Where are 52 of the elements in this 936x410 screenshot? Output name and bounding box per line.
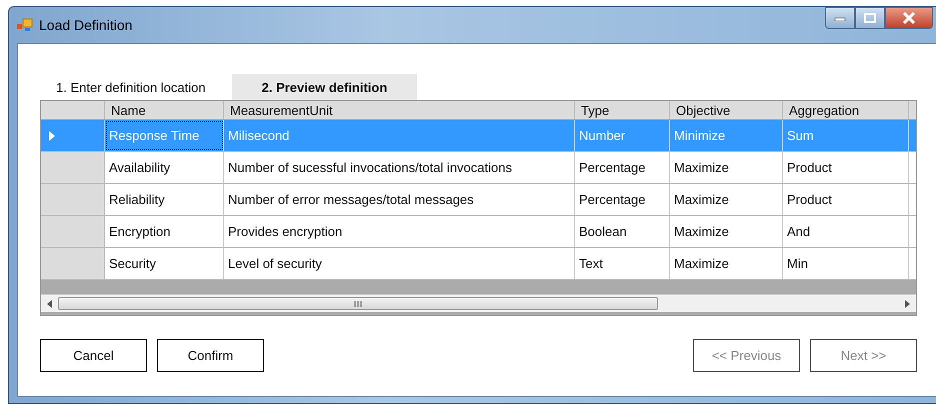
dialog-button[interactable]: Cancel <box>40 339 147 372</box>
table-cell: Text <box>575 248 670 279</box>
table-row[interactable]: Security Level of security Text Maximize Min <box>41 248 916 280</box>
column-header[interactable]: MeasurementUnit <box>224 101 575 119</box>
column-header[interactable]: Objective <box>670 101 783 119</box>
table-cell: Level of security <box>224 248 575 279</box>
table-cell: Product <box>783 184 909 215</box>
table-cell: Availability <box>105 152 224 183</box>
close-button[interactable] <box>885 7 933 29</box>
tab[interactable]: 2. Preview definition <box>232 74 418 100</box>
table-cell: Boolean <box>575 216 670 247</box>
minimize-icon <box>834 15 846 21</box>
column-header[interactable]: Name <box>105 101 224 119</box>
table-cell: Reliability <box>105 184 224 215</box>
table-cell: Maximize <box>670 152 783 183</box>
table-cell: Security <box>105 248 224 279</box>
table-cell: Number of sucessful invocations/total invocations <box>224 152 575 183</box>
table-cell: Percentage <box>575 184 670 215</box>
table-cell: Minimize <box>670 120 783 151</box>
scrollbar-thumb[interactable] <box>58 297 658 310</box>
table-cell: Min <box>783 248 909 279</box>
table-cell: Provides encryption <box>224 216 575 247</box>
table-cell: Product <box>783 152 909 183</box>
table-cell: Percentage <box>575 152 670 183</box>
minimize-button[interactable] <box>825 7 855 29</box>
grip-icon <box>354 300 362 306</box>
table-cell: Encryption <box>105 216 224 247</box>
app-icon <box>17 18 33 32</box>
table-cell: Maximize <box>670 184 783 215</box>
tab[interactable]: 1. Enter definition location <box>40 74 222 100</box>
table-cell: Number of error messages/total messages <box>224 184 575 215</box>
horizontal-scrollbar[interactable] <box>41 294 916 312</box>
maximize-button[interactable] <box>855 7 885 29</box>
window-title: Load Definition <box>39 17 132 33</box>
table-row[interactable]: Encryption Provides encryption Boolean Maximize And <box>41 216 916 248</box>
current-row-icon <box>49 130 55 140</box>
table-cell: Maximize <box>670 248 783 279</box>
dialog-button[interactable]: Confirm <box>157 339 264 372</box>
table-cell: Response Time <box>105 120 224 151</box>
table-cell: And <box>783 216 909 247</box>
close-icon <box>902 12 916 24</box>
table-row[interactable]: Availability Number of sucessful invocations/total invocations Percentage Maximize Product <box>41 152 916 184</box>
scroll-right-icon[interactable] <box>905 300 910 308</box>
table-cell: Sum <box>783 120 909 151</box>
column-header[interactable]: Aggregation <box>783 101 909 119</box>
table-cell: Number <box>575 120 670 151</box>
table-cell: Maximize <box>670 216 783 247</box>
maximize-icon <box>864 13 876 23</box>
column-header[interactable]: Type <box>575 101 670 119</box>
table-row[interactable]: Reliability Number of error messages/total messages Percentage Maximize Product <box>41 184 916 216</box>
scroll-left-icon[interactable] <box>47 300 52 308</box>
table-cell: Milisecond <box>224 120 575 151</box>
